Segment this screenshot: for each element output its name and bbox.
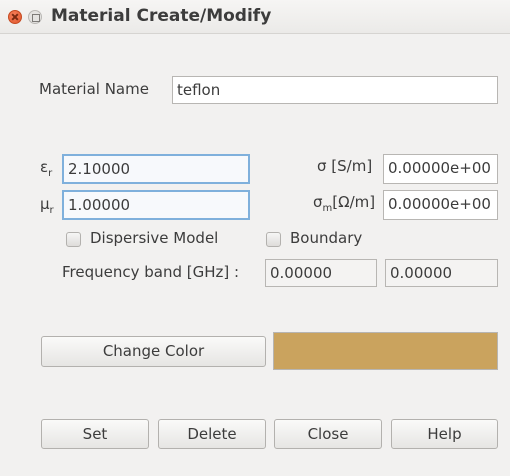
sigma-m-label: σm[Ω/m] [313, 193, 376, 214]
frequency-low-input[interactable]: 0.00000 [265, 259, 377, 287]
change-color-button[interactable]: Change Color [41, 336, 266, 367]
close-button[interactable]: Close [274, 419, 382, 449]
material-name-label: Material Name [39, 80, 149, 98]
boundary-label: Boundary [290, 229, 363, 247]
boundary-checkbox[interactable] [266, 232, 281, 247]
material-dialog: Material Create/Modify Material Name tef… [0, 0, 510, 476]
dispersive-label: Dispersive Model [90, 229, 219, 247]
sigma-input[interactable]: 0.00000e+00 [383, 154, 498, 184]
sigma-m-input[interactable]: 0.00000e+00 [383, 190, 498, 220]
delete-button[interactable]: Delete [158, 419, 266, 449]
color-swatch [273, 332, 498, 370]
epsilon-input[interactable]: 2.10000 [62, 154, 250, 184]
frequency-band-label: Frequency band [GHz] : [62, 263, 240, 281]
epsilon-label: εr [40, 158, 53, 179]
maximize-window-icon[interactable] [28, 10, 42, 24]
mu-label: μr [40, 195, 54, 216]
sigma-label: σ [S/m] [317, 157, 373, 175]
help-button[interactable]: Help [391, 419, 498, 449]
title-bar: Material Create/Modify [0, 0, 510, 34]
set-button[interactable]: Set [41, 419, 149, 449]
dispersive-checkbox[interactable] [66, 232, 81, 247]
close-window-icon[interactable] [8, 10, 22, 24]
frequency-high-input[interactable]: 0.00000 [385, 259, 498, 287]
mu-input[interactable]: 1.00000 [62, 190, 250, 220]
material-name-input[interactable]: teflon [172, 76, 498, 104]
window-title: Material Create/Modify [51, 6, 272, 26]
